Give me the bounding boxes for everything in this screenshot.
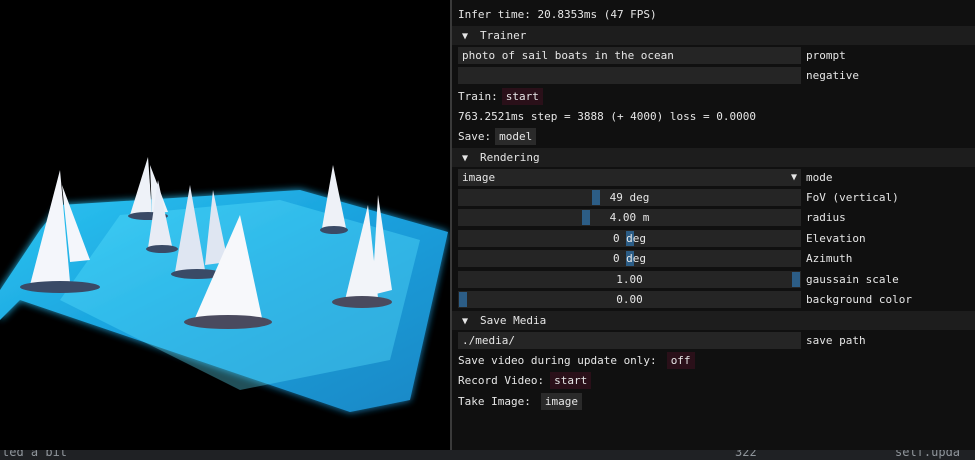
- train-row: Train: start: [458, 88, 543, 106]
- record-video-start-button[interactable]: start: [550, 372, 592, 389]
- take-image-row: Take Image: image: [458, 393, 582, 411]
- rendering-header-label: Rendering: [480, 151, 540, 164]
- background-color-label: background color: [806, 293, 912, 306]
- control-panel: Infer time: 20.8353ms (47 FPS) ▼ Trainer …: [452, 0, 975, 450]
- mode-label: mode: [806, 171, 833, 184]
- save-video-update-row: Save video during update only: off: [458, 352, 695, 370]
- radius-slider-grab[interactable]: [581, 210, 590, 225]
- collapse-triangle-icon: ▼: [462, 153, 469, 164]
- save-model-button[interactable]: model: [495, 128, 537, 145]
- background-editor-strip: ted a bit 322 self.upda: [0, 450, 975, 460]
- radius-slider-value: 4.00 m: [609, 211, 650, 224]
- background-color-slider-value: 0.00: [616, 293, 643, 306]
- render-viewport[interactable]: [0, 0, 450, 450]
- editor-code-fragment: self.upda: [895, 450, 961, 459]
- gaussian-scale-label: gaussain scale: [806, 273, 899, 286]
- background-color-slider-grab[interactable]: [459, 292, 467, 307]
- elevation-label: Elevation: [806, 232, 866, 245]
- negative-label: negative: [806, 69, 859, 82]
- save-video-update-label: Save video during update only:: [458, 354, 657, 367]
- prompt-input[interactable]: photo of sail boats in the ocean: [458, 47, 801, 64]
- gaussian-scale-slider[interactable]: 1.00: [458, 271, 801, 288]
- prompt-label: prompt: [806, 49, 846, 62]
- elevation-slider[interactable]: 0 deg: [458, 230, 801, 247]
- record-video-row: Record Video: start: [458, 372, 592, 390]
- mode-select-value: image: [462, 171, 496, 184]
- azimuth-slider[interactable]: 0 deg: [458, 250, 801, 267]
- editor-fragment-text: ted a bit: [2, 450, 68, 459]
- gaussian-scale-slider-grab[interactable]: [792, 272, 800, 287]
- mode-select[interactable]: image ▼: [458, 169, 801, 186]
- editor-line-number: 322: [735, 450, 757, 459]
- infer-time-text: Infer time: 20.8353ms (47 FPS): [458, 8, 657, 21]
- save-path-input[interactable]: ./media/: [458, 332, 801, 349]
- negative-input[interactable]: [458, 67, 801, 84]
- training-stats-text: 763.2521ms step = 3888 (+ 4000) loss = 0…: [458, 110, 757, 123]
- collapse-triangle-icon: ▼: [462, 316, 469, 327]
- save-media-section-header[interactable]: ▼ Save Media: [452, 311, 975, 330]
- train-label: Train:: [458, 90, 498, 103]
- take-image-label: Take Image:: [458, 395, 531, 408]
- trainer-section-header[interactable]: ▼ Trainer: [452, 26, 975, 45]
- elevation-slider-value: 0 deg: [612, 232, 647, 245]
- save-video-update-toggle[interactable]: off: [666, 352, 695, 369]
- azimuth-slider-value: 0 deg: [612, 252, 647, 265]
- azimuth-label: Azimuth: [806, 252, 853, 265]
- trainer-header-label: Trainer: [480, 29, 527, 42]
- train-start-button[interactable]: start: [501, 88, 543, 105]
- rendering-section-header[interactable]: ▼ Rendering: [452, 148, 975, 167]
- radius-label: radius: [806, 211, 846, 224]
- fov-slider[interactable]: 49 deg: [458, 189, 801, 206]
- background-color-slider[interactable]: 0.00: [458, 291, 801, 308]
- collapse-triangle-icon: ▼: [462, 31, 469, 42]
- save-row: Save: model: [458, 128, 537, 146]
- save-label: Save:: [458, 130, 492, 143]
- take-image-button[interactable]: image: [540, 393, 582, 410]
- rendered-scene: [0, 157, 448, 412]
- record-video-label: Record Video:: [458, 374, 545, 387]
- radius-slider[interactable]: 4.00 m: [458, 209, 801, 226]
- fov-label: FoV (vertical): [806, 191, 899, 204]
- gaussian-scale-slider-value: 1.00: [616, 273, 643, 286]
- fov-slider-grab[interactable]: [592, 190, 600, 205]
- dropdown-arrow-icon: ▼: [790, 172, 797, 183]
- save-media-header-label: Save Media: [480, 314, 547, 327]
- fov-slider-value: 49 deg: [609, 191, 650, 204]
- save-path-label: save path: [806, 334, 866, 347]
